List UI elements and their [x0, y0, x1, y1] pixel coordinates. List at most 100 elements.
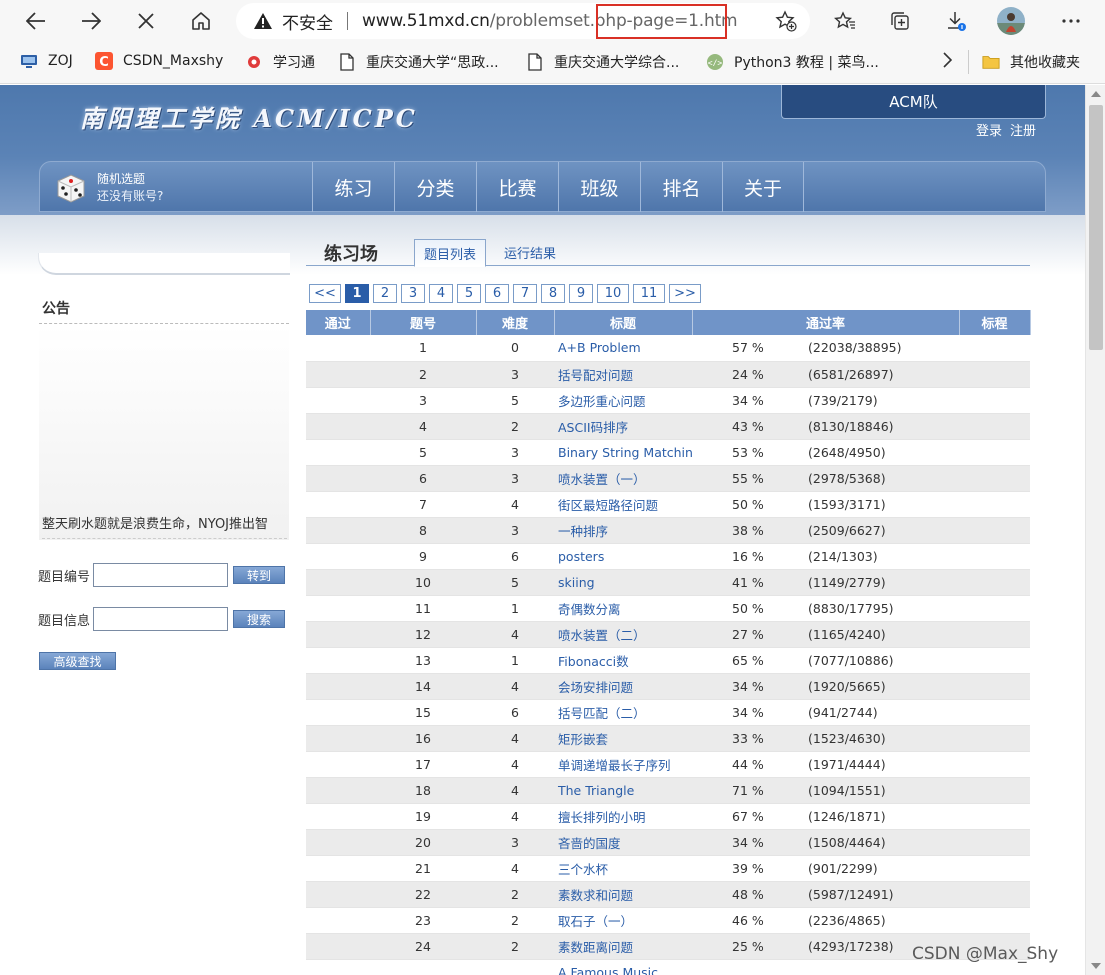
table-row: 15 6 括号匹配（二） 34 % (941/2744): [306, 699, 1030, 726]
register-link[interactable]: 注册: [1010, 124, 1036, 139]
problem-title-link[interactable]: 括号匹配（二）: [554, 699, 692, 726]
tab-problem-list[interactable]: 题目列表: [414, 239, 486, 267]
problem-title-link[interactable]: posters: [554, 543, 692, 570]
acm-team-tab[interactable]: ACM队: [781, 85, 1046, 119]
add-favorite-icon[interactable]: [770, 5, 802, 37]
bookmarks-overflow-chevron-icon[interactable]: [942, 52, 952, 68]
login-link[interactable]: 登录: [976, 124, 1002, 139]
pager-page[interactable]: 4: [429, 284, 453, 303]
downloads-icon[interactable]: [940, 5, 972, 37]
problem-title-link[interactable]: skiing: [554, 569, 692, 596]
problem-title-link[interactable]: 三个水杯: [554, 855, 692, 882]
menu-practice[interactable]: 练习: [312, 162, 394, 212]
bookmark-csdn[interactable]: C CSDN_Maxshy: [95, 52, 223, 70]
bookmark-xuexitong[interactable]: 学习通: [245, 52, 315, 72]
random-problem-label[interactable]: 随机选题: [97, 170, 145, 187]
cell-standard: [959, 881, 1030, 908]
scroll-thumb[interactable]: [1089, 105, 1103, 350]
problem-title-link[interactable]: 多边形重心问题: [554, 387, 692, 414]
col-standard[interactable]: 标程: [959, 310, 1031, 335]
col-passed[interactable]: 通过: [306, 310, 371, 335]
problem-title-link[interactable]: The Triangle: [554, 777, 692, 804]
problem-title-link[interactable]: 单调递增最长子序列: [554, 751, 692, 778]
col-difficulty[interactable]: 难度: [476, 310, 555, 335]
cell-passed: [306, 829, 370, 856]
back-icon[interactable]: [20, 5, 52, 37]
other-bookmarks-folder[interactable]: 其他收藏夹: [982, 52, 1080, 72]
pager-page[interactable]: 9: [569, 284, 593, 303]
pager-last[interactable]: >>: [669, 284, 701, 303]
pager-page[interactable]: 8: [541, 284, 565, 303]
menu-about[interactable]: 关于: [722, 162, 804, 212]
bookmark-cqjtu-zonghe[interactable]: 重庆交通大学综合...: [526, 52, 679, 72]
bookmark-zoj[interactable]: ZOJ: [20, 52, 73, 70]
tab-run-results[interactable]: 运行结果: [504, 243, 556, 262]
pager-page[interactable]: 11: [633, 284, 665, 303]
pager-page[interactable]: 10: [597, 284, 629, 303]
pager-page[interactable]: 1: [345, 284, 369, 303]
problem-title-link[interactable]: 喷水装置（二）: [554, 621, 692, 648]
pass-rate-percent: 39 %: [732, 860, 764, 876]
menu-contest[interactable]: 比赛: [476, 162, 558, 212]
more-options-icon[interactable]: [1055, 5, 1087, 37]
problem-title-link[interactable]: 一种排序: [554, 517, 692, 544]
bookmark-cqjtu-sizheng[interactable]: 重庆交通大学“思政...: [338, 52, 499, 72]
problem-id-input[interactable]: [93, 563, 228, 587]
problem-title-link[interactable]: 素数求和问题: [554, 881, 692, 908]
problem-info-input[interactable]: [93, 607, 228, 631]
search-button[interactable]: 搜索: [233, 610, 285, 628]
col-title[interactable]: 标题: [554, 310, 693, 335]
cell-standard: [959, 673, 1030, 700]
problem-title-link[interactable]: A Famous Music: [554, 959, 692, 975]
pager-first[interactable]: <<: [309, 284, 341, 303]
pager-page[interactable]: 7: [513, 284, 537, 303]
problem-title-link[interactable]: 喷水装置（一）: [554, 465, 692, 492]
problem-title-link[interactable]: 矩形嵌套: [554, 725, 692, 752]
menu-category[interactable]: 分类: [394, 162, 476, 212]
problem-title-link[interactable]: 取石子（一）: [554, 907, 692, 934]
cell-id: 23: [370, 907, 476, 934]
profile-avatar[interactable]: [995, 5, 1027, 37]
pager-page[interactable]: 5: [457, 284, 481, 303]
close-icon[interactable]: [130, 5, 162, 37]
pager-page[interactable]: 2: [373, 284, 397, 303]
favorites-icon[interactable]: [829, 5, 861, 37]
warning-icon[interactable]: [252, 11, 274, 31]
problem-title-link[interactable]: 括号配对问题: [554, 361, 692, 388]
scroll-up-icon[interactable]: [1091, 91, 1101, 97]
no-account-link[interactable]: 还没有账号?: [97, 187, 163, 204]
problem-title-link[interactable]: 奇偶数分离: [554, 595, 692, 622]
advanced-search-button[interactable]: 高级查找: [39, 652, 116, 670]
collections-icon[interactable]: [884, 5, 916, 37]
problem-title-link[interactable]: 素数距离问题: [554, 933, 692, 960]
problem-title-link[interactable]: 擅长排列的小明: [554, 803, 692, 830]
problem-title-link[interactable]: 街区最短路径问题: [554, 491, 692, 518]
bookmark-runoob[interactable]: </> Python3 教程 | 菜鸟...: [706, 52, 879, 72]
pass-count: (1165/4240): [808, 626, 886, 642]
home-icon[interactable]: [185, 5, 217, 37]
insecure-label[interactable]: 不安全: [282, 9, 333, 34]
problem-title-link[interactable]: 吝啬的国度: [554, 829, 692, 856]
bookmark-label: Python3 教程 | 菜鸟...: [734, 55, 879, 71]
site-logo[interactable]: 南阳理工学院 ACM/ICPC: [80, 99, 418, 134]
problem-title-link[interactable]: A+B Problem: [554, 335, 692, 362]
problem-title-link[interactable]: Fibonacci数: [554, 647, 692, 674]
pass-count: (5987/12491): [808, 886, 894, 902]
notice-panel: [39, 325, 289, 540]
goto-button[interactable]: 转到: [233, 566, 285, 584]
menu-class[interactable]: 班级: [558, 162, 640, 212]
pager-page[interactable]: 6: [485, 284, 509, 303]
menu-ranking[interactable]: 排名: [640, 162, 722, 212]
cell-passed: [306, 881, 370, 908]
col-pass-rate[interactable]: 通过率: [692, 310, 960, 335]
forward-icon[interactable]: [75, 5, 107, 37]
cell-difficulty: 1: [476, 647, 554, 674]
problem-title-link[interactable]: 会场安排问题: [554, 673, 692, 700]
page-scrollbar[interactable]: [1085, 85, 1105, 975]
scroll-down-icon[interactable]: [1091, 963, 1101, 969]
col-id[interactable]: 题号: [370, 310, 477, 335]
pager-page[interactable]: 3: [401, 284, 425, 303]
problem-title-link[interactable]: ASCII码排序: [554, 413, 692, 440]
problem-title-link[interactable]: Binary String Matching: [554, 439, 692, 466]
random-problem[interactable]: 随机选题 还没有账号?: [40, 162, 312, 212]
